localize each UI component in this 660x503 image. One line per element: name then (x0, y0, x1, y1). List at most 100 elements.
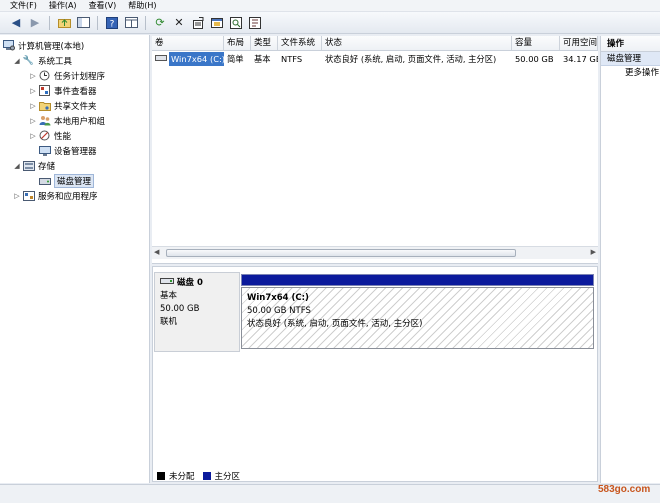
users-icon (38, 115, 51, 126)
partition-color-bar (241, 274, 594, 286)
menu-action[interactable]: 操作(A) (49, 0, 77, 11)
partition-block[interactable]: Win7x64 (C:) 50.00 GB NTFS 状态良好 (系统, 启动,… (241, 287, 594, 349)
tree-item-computer-management[interactable]: 计算机管理(本地) (0, 38, 149, 53)
watermark: 583go.com (598, 484, 651, 495)
scroll-left-icon[interactable]: ◀ (154, 248, 159, 256)
actions-pane: 操作 磁盘管理 更多操作 (600, 36, 660, 483)
collapse-arrow-icon[interactable]: ◢ (12, 162, 22, 170)
scroll-right-icon[interactable]: ▶ (591, 248, 596, 256)
menu-view[interactable]: 查看(V) (89, 0, 117, 11)
tree-label: 共享文件夹 (54, 101, 97, 112)
menu-help[interactable]: 帮助(H) (128, 0, 156, 11)
tree-label: 存储 (38, 161, 56, 172)
tree-item-disk-management[interactable]: 磁盘管理 (0, 173, 149, 188)
column-header-layout[interactable]: 布局 (224, 36, 251, 50)
status-bar (0, 484, 660, 503)
volume-cell: Win7x64 (C:) (152, 52, 224, 66)
tree-label: 任务计划程序 (54, 71, 106, 82)
free-space-cell: 34.17 GB (563, 54, 598, 64)
storage-icon (22, 160, 35, 171)
legend-swatch-primary (202, 472, 211, 480)
back-icon[interactable]: ◀ (8, 15, 24, 31)
expand-arrow-icon[interactable]: ▷ (28, 102, 38, 110)
delete-icon[interactable]: ✕ (171, 15, 187, 31)
filesystem-cell: NTFS (281, 54, 303, 64)
toolbar-divider (145, 15, 146, 30)
tree-label: 性能 (54, 131, 72, 142)
tree-label: 磁盘管理 (54, 173, 95, 188)
legend-label-primary: 主分区 (214, 472, 241, 482)
column-header-free-space[interactable]: 可用空间 (560, 36, 598, 50)
menu-file[interactable]: 文件(F) (10, 0, 37, 11)
scrollbar-thumb[interactable] (166, 249, 516, 257)
tree-item-services-apps[interactable]: ▷ 服务和应用程序 (0, 188, 149, 203)
tree-item-performance[interactable]: ▷ 性能 (0, 128, 149, 143)
disk-size: 50.00 GB (160, 304, 200, 314)
toolbar-divider (97, 15, 98, 30)
actions-section-disk-management[interactable]: 磁盘管理 (601, 52, 660, 66)
tree-label: 事件查看器 (54, 86, 97, 97)
more-actions-link[interactable]: 更多操作 (601, 66, 660, 81)
tree-label: 系统工具 (38, 56, 73, 67)
expand-arrow-icon[interactable]: ▷ (28, 87, 38, 95)
volume-list (152, 36, 598, 264)
tree-item-device-manager[interactable]: 设备管理器 (0, 143, 149, 158)
open-icon[interactable] (209, 15, 225, 31)
legend-label-unallocated: 未分配 (169, 472, 195, 482)
disk-name: 磁盘 0 (177, 278, 203, 288)
forward-icon[interactable]: ▶ (27, 15, 43, 31)
tree-item-local-users[interactable]: ▷ 本地用户和组 (0, 113, 149, 128)
volume-name: Win7x64 (C:) (169, 52, 224, 66)
column-header-status[interactable]: 状态 (322, 36, 512, 50)
toolbar-divider (49, 15, 50, 30)
column-header-type[interactable]: 类型 (251, 36, 278, 50)
performance-icon (38, 130, 51, 141)
tree-item-shared-folders[interactable]: ▷ 共享文件夹 (0, 98, 149, 113)
up-icon[interactable] (56, 15, 72, 31)
expand-arrow-icon[interactable]: ▷ (28, 117, 38, 125)
volume-list-header: 卷 布局 类型 文件系统 状态 容量 可用空间 (152, 36, 598, 51)
show-tree-icon[interactable] (75, 15, 91, 31)
actions-header: 操作 (601, 36, 660, 52)
help-icon[interactable]: ? (104, 15, 120, 31)
capacity-cell: 50.00 GB (515, 54, 554, 64)
disk-type: 基本 (160, 291, 178, 301)
drive-icon (155, 52, 167, 66)
disk-state: 联机 (160, 317, 178, 327)
refresh-icon[interactable]: ⟳ (152, 15, 168, 31)
expand-arrow-icon[interactable]: ▷ (28, 132, 38, 140)
expand-arrow-icon[interactable]: ▷ (28, 72, 38, 80)
event-viewer-icon (38, 85, 51, 96)
toolbar: ◀ ▶ ? ⟳ ✕ (0, 12, 660, 34)
search-icon[interactable] (228, 15, 244, 31)
expand-arrow-icon[interactable]: ▷ (12, 192, 22, 200)
services-icon (22, 190, 35, 201)
partition-size-fs: 50.00 GB NTFS (247, 306, 311, 316)
tree-item-system-tools[interactable]: ◢ 🔧 系统工具 (0, 53, 149, 68)
tree-label: 本地用户和组 (54, 116, 106, 127)
collapse-arrow-icon[interactable]: ◢ (12, 57, 22, 65)
disk-icon (160, 277, 174, 290)
disk-info-panel[interactable]: 磁盘 0 基本 50.00 GB 联机 (154, 272, 240, 352)
tools-icon: 🔧 (22, 55, 35, 66)
column-header-capacity[interactable]: 容量 (512, 36, 560, 50)
table-row[interactable]: Win7x64 (C:) 简单 基本 NTFS 状态良好 (系统, 启动, 页面… (152, 52, 598, 66)
column-header-filesystem[interactable]: 文件系统 (278, 36, 322, 50)
partition-status: 状态良好 (系统, 启动, 页面文件, 活动, 主分区) (247, 319, 423, 329)
properties-icon[interactable] (190, 15, 206, 31)
export-icon[interactable] (247, 15, 263, 31)
tree-item-event-viewer[interactable]: ▷ 事件查看器 (0, 83, 149, 98)
disk-management-icon (38, 175, 51, 186)
column-header-volume[interactable]: 卷 (152, 36, 224, 50)
console-icon[interactable] (123, 15, 139, 31)
legend: 未分配 主分区 (157, 470, 240, 482)
horizontal-scrollbar[interactable]: ◀ ▶ (152, 246, 598, 259)
device-manager-icon (38, 145, 51, 156)
clock-icon (38, 70, 51, 81)
tree-label: 计算机管理(本地) (18, 41, 85, 52)
tree-item-storage[interactable]: ◢ 存储 (0, 158, 149, 173)
tree-item-task-scheduler[interactable]: ▷ 任务计划程序 (0, 68, 149, 83)
svg-text:?: ? (110, 19, 115, 29)
shared-folder-icon (38, 100, 51, 111)
layout-cell: 简单 (227, 54, 244, 64)
